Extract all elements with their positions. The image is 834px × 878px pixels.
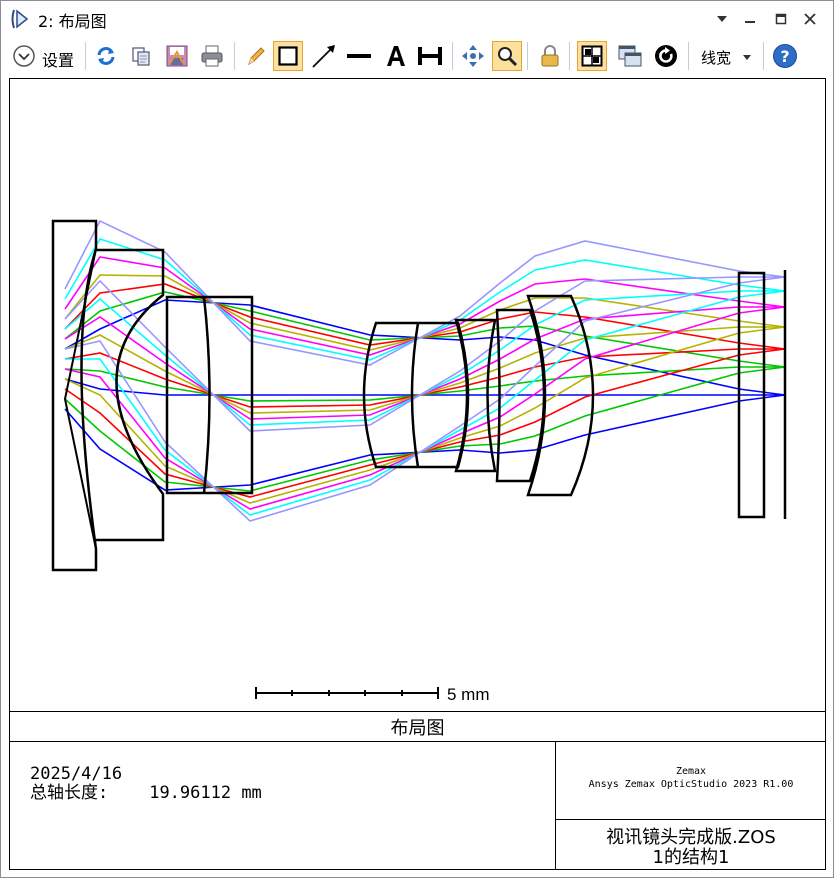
pan-icon [462,45,484,67]
title-block-brand: Zemax Ansys Zemax OpticStudio 2023 R1.00 [556,741,826,820]
maximize-icon [775,13,787,25]
caret-down-icon [717,16,727,22]
svg-text:?: ? [780,47,789,66]
lock-icon [541,45,559,67]
pencil-button[interactable] [241,41,271,71]
zoom-button[interactable] [492,41,522,71]
close-button[interactable] [800,9,820,29]
close-icon [804,13,816,25]
software-version: Ansys Zemax OpticStudio 2023 R1.00 [588,779,794,790]
rotate-button[interactable] [651,41,681,71]
toolbar-divider [234,42,235,70]
rotate-icon [655,45,677,67]
minimize-button[interactable] [740,9,760,29]
dimension-icon [418,47,442,65]
dimension-tool-button[interactable] [415,41,445,71]
grid-icon [581,45,603,67]
toolbar-divider [452,42,453,70]
ray-path [64,238,786,361]
ray-path [64,348,786,498]
plot-caption-row: 布局图 [10,711,825,742]
ray-path [64,348,785,408]
text-tool-button[interactable] [381,41,411,71]
layout-plot-area[interactable]: 5 mm 布局图 2025/4/16 总轴长度: 19.96112 mm Zem… [9,78,826,870]
print-icon [201,45,223,67]
lens-element-2 [96,248,165,542]
toolbar-divider [763,42,764,70]
ray-path [64,256,786,356]
line-tool-button[interactable] [344,41,374,71]
total-axis-length-label: 总轴长度: [30,783,109,803]
toolbar-divider [569,42,570,70]
settings-label[interactable]: 设置 [42,47,74,71]
settings-toggle-button[interactable] [9,41,39,71]
window-icon [11,9,29,29]
toolbar-divider [527,42,528,70]
plot-info: 2025/4/16 总轴长度: 19.96112 mm [30,765,262,803]
pencil-icon [248,47,265,66]
help-button[interactable]: ? [770,41,800,71]
toolbar-divider [85,42,86,70]
ray-fan [64,219,786,522]
plot-date: 2025/4/16 [30,764,123,784]
rectangle-tool-button[interactable] [273,41,303,71]
arrow-tool-button[interactable] [309,41,339,71]
maximize-button[interactable] [771,9,791,29]
line-icon [347,54,371,58]
lens-layout-drawing [51,219,787,699]
brand-name: Zemax [675,766,707,777]
window-icon [618,45,642,67]
linewidth-dropdown[interactable]: 线宽 [701,47,731,68]
save-button[interactable] [162,41,192,71]
zoom-icon [498,47,518,67]
help-icon: ? [773,44,797,68]
scale-bar-label: 5 mm [447,685,490,704]
total-axis-length-value: 19.96112 mm [149,783,262,803]
configuration-label: 1的结构1 [652,847,730,868]
text-icon [387,46,405,66]
window-title: 2: 布局图 [38,12,107,31]
toolbar-divider [688,42,689,70]
dropdown-button[interactable] [712,9,732,29]
grid-button[interactable] [577,41,607,71]
pan-button[interactable] [458,41,488,71]
chevron-down-icon [13,45,35,67]
title-block: Zemax Ansys Zemax OpticStudio 2023 R1.00… [555,741,826,869]
refresh-button[interactable] [91,41,121,71]
minimize-icon [745,21,755,23]
print-button[interactable] [197,41,227,71]
plot-caption: 布局图 [390,718,445,739]
ray-path [65,290,786,516]
copy-button[interactable] [126,41,156,71]
refresh-icon [97,47,115,65]
rectangle-icon [278,46,298,66]
scale-bar [255,687,439,699]
ray-path [64,366,786,492]
lock-button[interactable] [535,41,565,71]
toolbar: 设置 线宽 ? [1,38,833,76]
copy-icon [132,47,150,66]
window-layout-button[interactable] [615,41,645,71]
caret-down-icon [743,55,751,60]
layout-window: 2: 布局图 设置 线宽 ? 5 mm 布局图 2025/4/16 总轴长度: … [0,0,834,878]
arrow-icon [312,45,335,68]
title-bar: 2: 布局图 [1,1,833,35]
save-icon [166,45,188,67]
